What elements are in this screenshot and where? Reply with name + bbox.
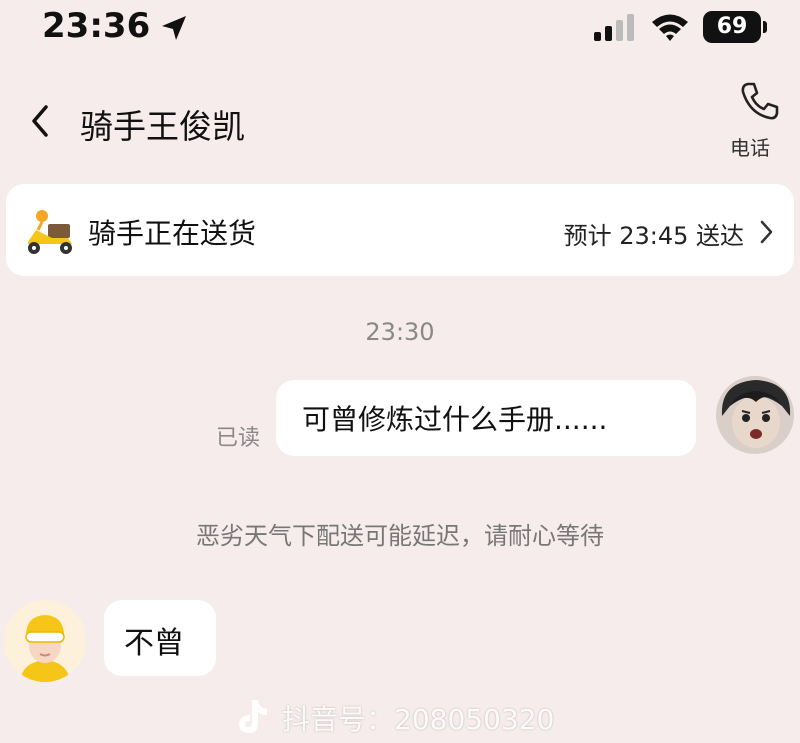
rider-avatar-image	[4, 600, 86, 682]
chevron-right-icon	[760, 220, 773, 244]
system-notice: 恶劣天气下配送可能延迟，请耐心等待	[196, 522, 604, 550]
signal-bars-icon	[594, 14, 634, 41]
back-chevron-icon[interactable]	[26, 101, 54, 141]
status-bar: 23:36 69	[0, 0, 800, 56]
incoming-message-text: 不曾	[124, 626, 184, 661]
douyin-logo-icon	[239, 700, 267, 733]
wifi-icon	[652, 14, 688, 41]
watermark-text: 抖音号：208050320	[282, 703, 555, 736]
scooter-icon	[28, 210, 72, 254]
outgoing-message-bubble[interactable]: 可曾修炼过什么手册......	[276, 380, 696, 456]
read-receipt: 已读	[216, 426, 261, 451]
delivery-eta: 预计 23:45 送达	[563, 222, 744, 250]
call-label: 电话	[730, 136, 770, 160]
incoming-message-bubble[interactable]: 不曾	[104, 600, 216, 676]
user-avatar[interactable]	[716, 376, 794, 454]
chat-header: 骑手王俊凯 电话	[0, 70, 800, 170]
status-time: 23:36	[42, 6, 151, 46]
outgoing-message-text: 可曾修炼过什么手册......	[302, 403, 608, 436]
user-avatar-image	[716, 376, 794, 454]
delivery-status-card[interactable]: 骑手正在送货 预计 23:45 送达	[6, 184, 794, 276]
battery-level: 69	[716, 14, 748, 39]
battery-icon: 69	[703, 11, 761, 43]
call-button[interactable]: 电话	[726, 76, 788, 160]
message-timestamp: 23:30	[365, 318, 435, 346]
rider-avatar[interactable]	[4, 600, 86, 682]
phone-icon	[741, 82, 779, 120]
delivery-status-text: 骑手正在送货	[88, 217, 257, 250]
watermark: 抖音号：208050320	[230, 694, 590, 738]
page-title: 骑手王俊凯	[80, 107, 245, 146]
battery-cap	[763, 21, 767, 33]
location-arrow-icon	[162, 16, 186, 40]
